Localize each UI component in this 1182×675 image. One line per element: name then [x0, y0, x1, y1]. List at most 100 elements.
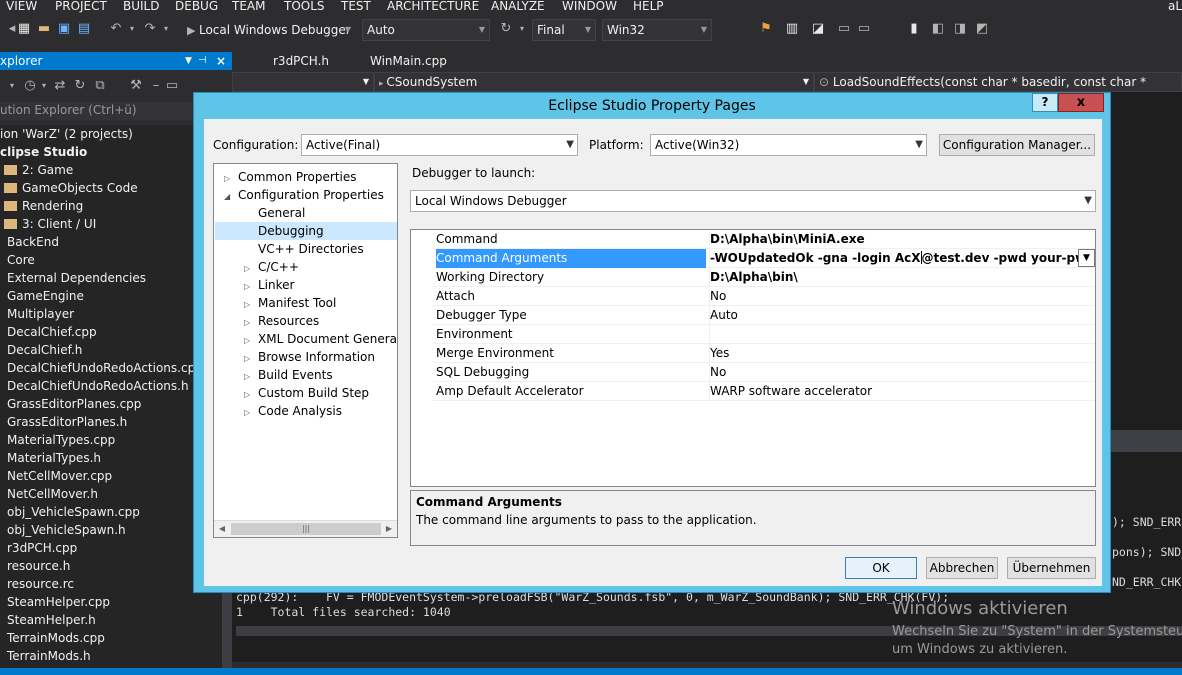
collapse-all-icon[interactable]: ⧉: [92, 78, 108, 94]
close-button[interactable]: x: [1058, 93, 1104, 112]
menu-debug[interactable]: DEBUG: [175, 0, 218, 13]
tree-item-browse-information[interactable]: ▷ Browse Information: [244, 348, 375, 366]
mode-combo[interactable]: Auto ▼: [362, 19, 490, 41]
solution-item[interactable]: ion 'WarZ' (2 projects): [0, 125, 133, 143]
clear-bookmarks-icon[interactable]: ◩: [974, 21, 990, 37]
scroll-thumb[interactable]: |||: [231, 523, 381, 535]
tree-item-debugging[interactable]: Debugging: [244, 222, 324, 240]
toolbox-icon[interactable]: ◪: [810, 21, 826, 37]
property-row[interactable]: Amp Default Accelerator WARP software acc…: [433, 382, 1095, 401]
redo-icon[interactable]: ↷: [142, 21, 158, 37]
pin-icon[interactable]: ⊣: [198, 52, 207, 70]
dropdown-icon[interactable]: ▾: [4, 78, 20, 94]
solution-item[interactable]: 3: Client / UI: [4, 215, 96, 233]
open-folder-icon[interactable]: ▬: [36, 21, 52, 37]
menu-view[interactable]: VIEW: [6, 0, 37, 13]
tree-item-resources[interactable]: ▷ Resources: [244, 312, 319, 330]
configuration-manager-button[interactable]: Configuration Manager...: [939, 134, 1095, 156]
tree-item-custom-build-step[interactable]: ▷ Custom Build Step: [244, 384, 369, 402]
view-code-icon[interactable]: ▭: [164, 78, 180, 94]
tree-horizontal-scrollbar[interactable]: ◀ ||| ▶: [214, 520, 397, 537]
apply-button[interactable]: Übernehmen: [1007, 557, 1096, 579]
scroll-right-icon[interactable]: ▶: [381, 521, 397, 537]
solution-item[interactable]: clipse Studio: [0, 143, 87, 161]
menu-tools[interactable]: TOOLS: [284, 0, 325, 13]
solution-item[interactable]: resource.h: [7, 557, 70, 575]
tree-item-configuration-properties[interactable]: ◢ Configuration Properties: [224, 186, 384, 204]
refresh-icon[interactable]: ↻: [72, 78, 88, 94]
solution-item[interactable]: MaterialTypes.cpp: [7, 431, 115, 449]
property-row[interactable]: Command D:\Alpha\bin\MiniA.exe: [433, 230, 1095, 249]
menu-test[interactable]: TEST: [341, 0, 371, 13]
solution-item[interactable]: 2: Game: [4, 161, 73, 179]
tab-winmain-cpp[interactable]: WinMain.cpp: [370, 52, 447, 70]
tree-item-general[interactable]: General: [244, 204, 305, 222]
new-project-icon[interactable]: ▦: [16, 21, 32, 37]
solution-platform-combo[interactable]: Win32 ▼: [602, 19, 712, 41]
solution-item[interactable]: DecalChiefUndoRedoActions.cpp: [7, 359, 203, 377]
solution-item[interactable]: obj_VehicleSpawn.h: [7, 521, 126, 539]
sync-icon[interactable]: ⇄: [52, 78, 68, 94]
property-row[interactable]: Command Arguments -WOUpdatedOk -gna -logi…: [433, 249, 1095, 268]
collapse-icon[interactable]: ◢: [224, 188, 234, 206]
close-icon[interactable]: ×: [216, 52, 226, 70]
scroll-left-icon[interactable]: ◀: [214, 521, 230, 537]
solution-configuration-combo[interactable]: Final ▼: [532, 19, 596, 41]
cancel-button[interactable]: Abbrechen: [926, 557, 998, 579]
refresh-icon[interactable]: ↻: [498, 21, 514, 37]
tree-item-linker[interactable]: ▷ Linker: [244, 276, 294, 294]
solution-item[interactable]: External Dependencies: [7, 269, 146, 287]
redo-dropdown-icon[interactable]: ▾: [158, 21, 174, 37]
solution-item[interactable]: GrassEditorPlanes.cpp: [7, 395, 141, 413]
undo-dropdown-icon[interactable]: ▾: [124, 21, 140, 37]
menu-project[interactable]: PROJECT: [55, 0, 107, 13]
property-row[interactable]: Debugger Type Auto: [433, 306, 1095, 325]
uncomment-icon[interactable]: ▭: [856, 21, 872, 37]
bookmark-icon[interactable]: ▮: [906, 21, 922, 37]
solution-explorer-icon[interactable]: ▥: [784, 21, 800, 37]
solution-item[interactable]: DecalChief.h: [7, 341, 82, 359]
solution-item[interactable]: MaterialTypes.h: [7, 449, 101, 467]
tree-item-code-analysis[interactable]: ▷ Code Analysis: [244, 402, 342, 420]
solution-item[interactable]: DecalChief.cpp: [7, 323, 97, 341]
user-initials[interactable]: aL: [1168, 0, 1182, 13]
menu-analyze[interactable]: ANALYZE: [491, 0, 545, 13]
prev-bookmark-icon[interactable]: ◧: [930, 21, 946, 37]
solution-item[interactable]: obj_VehicleSpawn.cpp: [7, 503, 140, 521]
history-dropdown-icon[interactable]: ▾: [36, 78, 52, 94]
help-button[interactable]: ?: [1032, 93, 1058, 112]
property-row[interactable]: Environment: [433, 325, 1095, 344]
undo-icon[interactable]: ↶: [108, 21, 124, 37]
menu-window[interactable]: WINDOW: [562, 0, 617, 13]
next-bookmark-icon[interactable]: ◨: [952, 21, 968, 37]
solution-item[interactable]: resource.rc: [7, 575, 74, 593]
show-all-files-icon[interactable]: –: [148, 78, 164, 94]
member-nav-combo[interactable]: ⊙ LoadSoundEffects(const char * basedir,…: [814, 72, 1182, 107]
property-row[interactable]: Working Directory D:\Alpha\bin\: [433, 268, 1095, 287]
property-row[interactable]: Attach No: [433, 287, 1095, 306]
class-nav-combo[interactable]: ▸ CSoundSystem ▼: [374, 72, 814, 92]
find-in-files-icon[interactable]: ⚑: [758, 21, 774, 37]
tree-item-c-c-[interactable]: ▷ C/C++: [244, 258, 299, 276]
tree-item-xml-document-generator[interactable]: ▷XML Document Generator: [244, 330, 397, 348]
solution-item[interactable]: Core: [7, 251, 35, 269]
menu-help[interactable]: HELP: [633, 0, 664, 13]
save-icon[interactable]: ▣: [56, 21, 72, 37]
property-row[interactable]: Merge Environment Yes: [433, 344, 1095, 363]
solution-item[interactable]: SteamHelper.h: [7, 611, 96, 629]
chevron-down-icon[interactable]: ▼: [1078, 249, 1095, 267]
ok-button[interactable]: OK: [845, 557, 917, 579]
solution-item[interactable]: r3dPCH.cpp: [7, 539, 77, 557]
debugger-combo[interactable]: Local Windows Debugger ▼: [410, 190, 1096, 212]
solution-item[interactable]: GameObjects Code: [4, 179, 138, 197]
solution-item[interactable]: GameEngine: [7, 287, 84, 305]
solution-item[interactable]: BackEnd: [7, 233, 59, 251]
pin-dropdown-icon[interactable]: ▼: [185, 52, 192, 70]
menu-build[interactable]: BUILD: [123, 0, 159, 13]
start-debugger-button[interactable]: ▶ Local Windows Debugger ▼: [182, 19, 356, 41]
comment-icon[interactable]: ▭: [836, 21, 852, 37]
solution-item[interactable]: TerrainMods.cpp: [7, 629, 105, 647]
tree-item-build-events[interactable]: ▷ Build Events: [244, 366, 333, 384]
tab-r3dpch-h[interactable]: r3dPCH.h: [273, 52, 329, 70]
solution-item[interactable]: SteamHelper.cpp: [7, 593, 110, 611]
